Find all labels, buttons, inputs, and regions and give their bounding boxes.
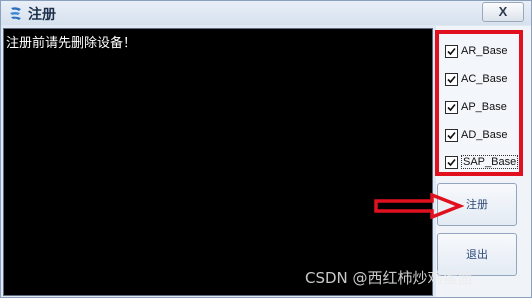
watermark: CSDN @西红柿炒鸡蛋面	[305, 269, 473, 287]
arrow-annotation-icon	[374, 193, 464, 219]
checkbox-ar-base[interactable]: AR_Base	[445, 42, 507, 60]
checkbox-box[interactable]	[445, 100, 458, 114]
close-button[interactable]: X	[482, 2, 524, 22]
checkbox-label: AC_Base	[461, 73, 508, 85]
checkbox-label: SAP_Base	[461, 155, 519, 169]
module-checkbox-group: AR_Base AC_Base AP_Base AD_Base SAP_Base	[435, 30, 523, 176]
app-icon	[8, 5, 24, 21]
console-output: 注册前请先删除设备！	[3, 28, 433, 296]
checkbox-box[interactable]	[445, 44, 458, 58]
checkbox-ac-base[interactable]: AC_Base	[445, 70, 507, 88]
check-icon	[447, 131, 456, 139]
check-icon	[447, 47, 456, 55]
title-bar[interactable]: 注册 X	[1, 1, 531, 25]
checkbox-ap-base[interactable]: AP_Base	[445, 98, 507, 116]
console-message: 注册前请先删除设备！	[6, 36, 137, 51]
checkbox-ad-base[interactable]: AD_Base	[445, 126, 507, 144]
window-title: 注册	[28, 7, 56, 23]
checkbox-label: AP_Base	[461, 101, 507, 113]
checkbox-label: AD_Base	[461, 129, 508, 141]
checkbox-box[interactable]	[445, 128, 458, 142]
check-icon	[447, 75, 456, 83]
checkbox-label: AR_Base	[461, 45, 508, 57]
checkbox-box[interactable]	[445, 72, 458, 86]
checkbox-box[interactable]	[445, 155, 458, 169]
check-icon	[447, 158, 456, 166]
register-dialog: 注册 X 注册前请先删除设备！ AR_Base AC_Base AP_Base	[0, 0, 532, 298]
check-icon	[447, 103, 456, 111]
checkbox-sap-base[interactable]: SAP_Base	[445, 153, 519, 171]
